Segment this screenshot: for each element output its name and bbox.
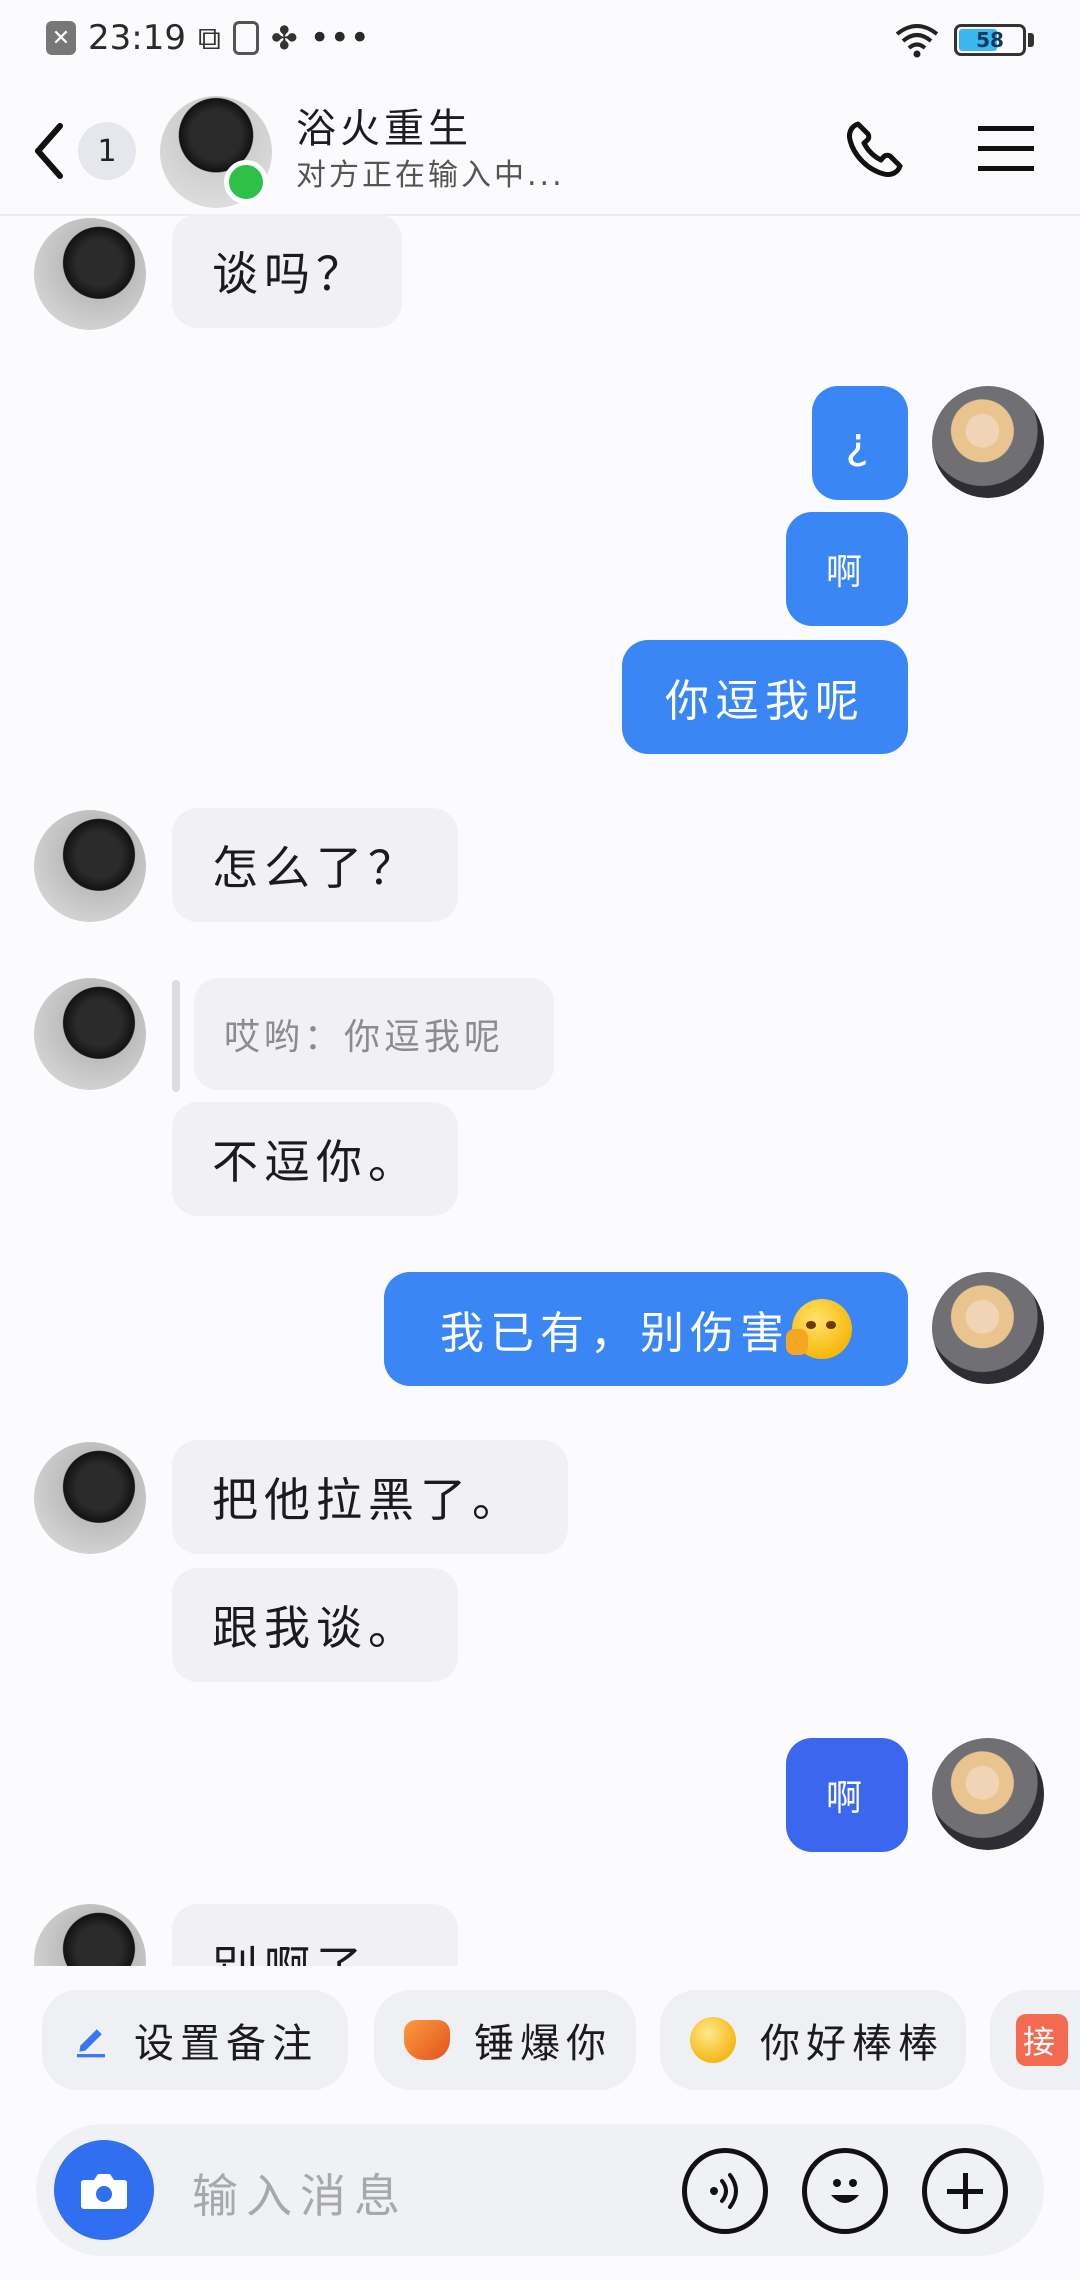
receive-chip[interactable]: 接 (990, 1990, 1080, 2090)
edit-icon (76, 2029, 106, 2058)
fan-icon: ✤ (270, 19, 298, 57)
status-time: 23:19 (88, 18, 186, 58)
phone-call-icon[interactable] (840, 116, 908, 184)
battery-level: 58 (976, 28, 1004, 52)
message-input-bar: 输入消息 (36, 2124, 1044, 2256)
typing-status: 对方正在输入中... (296, 158, 565, 193)
set-note-chip[interactable]: 设置备注 (42, 1990, 348, 2090)
battery-icon: 58 (954, 24, 1026, 56)
smiley-icon (831, 2179, 859, 2203)
hand-over-mouth-emoji-icon (786, 1299, 852, 1359)
camera-button[interactable] (54, 2140, 154, 2240)
more-status-icon: ••• (309, 18, 370, 58)
online-status-dot (224, 160, 268, 204)
status-bar: ✕ 23:19 ⧉ ✤ ••• 58 (0, 0, 1080, 86)
great-sticker-chip[interactable]: 你好棒棒 (660, 1990, 966, 2090)
my-avatar[interactable] (932, 1272, 1044, 1384)
my-avatar[interactable] (932, 386, 1044, 498)
chip-label: 锤爆你 (474, 2021, 612, 2067)
hammer-sticker-chip[interactable]: 锤爆你 (374, 1990, 636, 2090)
camera-icon (81, 2174, 127, 2209)
contact-avatar-small[interactable] (34, 218, 146, 330)
receive-label-icon: 接 (1016, 2014, 1068, 2066)
plus-icon (947, 2173, 983, 2209)
quote-indicator (172, 980, 180, 1092)
incoming-message[interactable]: 把他拉黑了。 (172, 1440, 568, 1554)
incoming-message[interactable]: 谈吗？ (172, 214, 402, 328)
quick-reply-bar[interactable]: 设置备注 锤爆你 你好棒棒 接 (0, 1990, 1080, 2100)
voice-button[interactable] (682, 2148, 768, 2234)
outgoing-message-text: 我已有，别伤害 (440, 1308, 790, 1359)
add-more-button[interactable] (922, 2148, 1008, 2234)
outgoing-message[interactable]: ¿ (812, 386, 908, 500)
wifi-icon (895, 24, 939, 58)
unread-badge: 1 (78, 122, 136, 180)
incoming-message[interactable]: 怎么了？ (172, 808, 458, 922)
contact-avatar-small[interactable] (34, 978, 146, 1090)
quoted-message[interactable]: 哎哟：你逗我呢 (194, 978, 554, 1090)
incoming-message[interactable]: 别啊了 (172, 1904, 458, 1966)
voice-wave-icon (710, 2173, 738, 2209)
incoming-message[interactable]: 不逗你。 (172, 1102, 458, 1216)
message-input[interactable]: 输入消息 (192, 2160, 408, 2226)
outgoing-message[interactable]: 我已有，别伤害 (384, 1272, 908, 1386)
chip-label: 设置备注 (134, 2021, 318, 2067)
outgoing-message[interactable]: 啊 (786, 512, 908, 626)
back-arrow-icon[interactable] (22, 116, 82, 186)
notification-close-icon: ✕ (46, 21, 76, 55)
screenshot-icon: ⧉ (197, 18, 221, 57)
menu-icon[interactable] (976, 122, 1036, 176)
contact-avatar-small[interactable] (34, 1442, 146, 1554)
hammer-sticker-icon (404, 2017, 450, 2063)
incoming-message[interactable]: 跟我谈。 (172, 1568, 458, 1682)
contact-avatar-small[interactable] (34, 810, 146, 922)
chip-label: 你好棒棒 (760, 2021, 944, 2067)
phone-icon (232, 21, 259, 55)
my-avatar[interactable] (932, 1738, 1044, 1850)
chat-header: 1 浴火重生 对方正在输入中... (0, 86, 1080, 216)
message-list[interactable]: 谈吗？ ¿ 啊 你逗我呢 怎么了？ 哎哟：你逗我呢 不逗你。 我已有，别伤害 把… (0, 214, 1080, 1966)
outgoing-message[interactable]: 啊 (786, 1738, 908, 1852)
contact-name[interactable]: 浴火重生 (296, 96, 472, 154)
outgoing-message[interactable]: 你逗我呢 (622, 640, 908, 754)
contact-avatar-small[interactable] (34, 1904, 146, 1966)
emoji-button[interactable] (802, 2148, 888, 2234)
smug-face-sticker-icon (690, 2017, 736, 2063)
